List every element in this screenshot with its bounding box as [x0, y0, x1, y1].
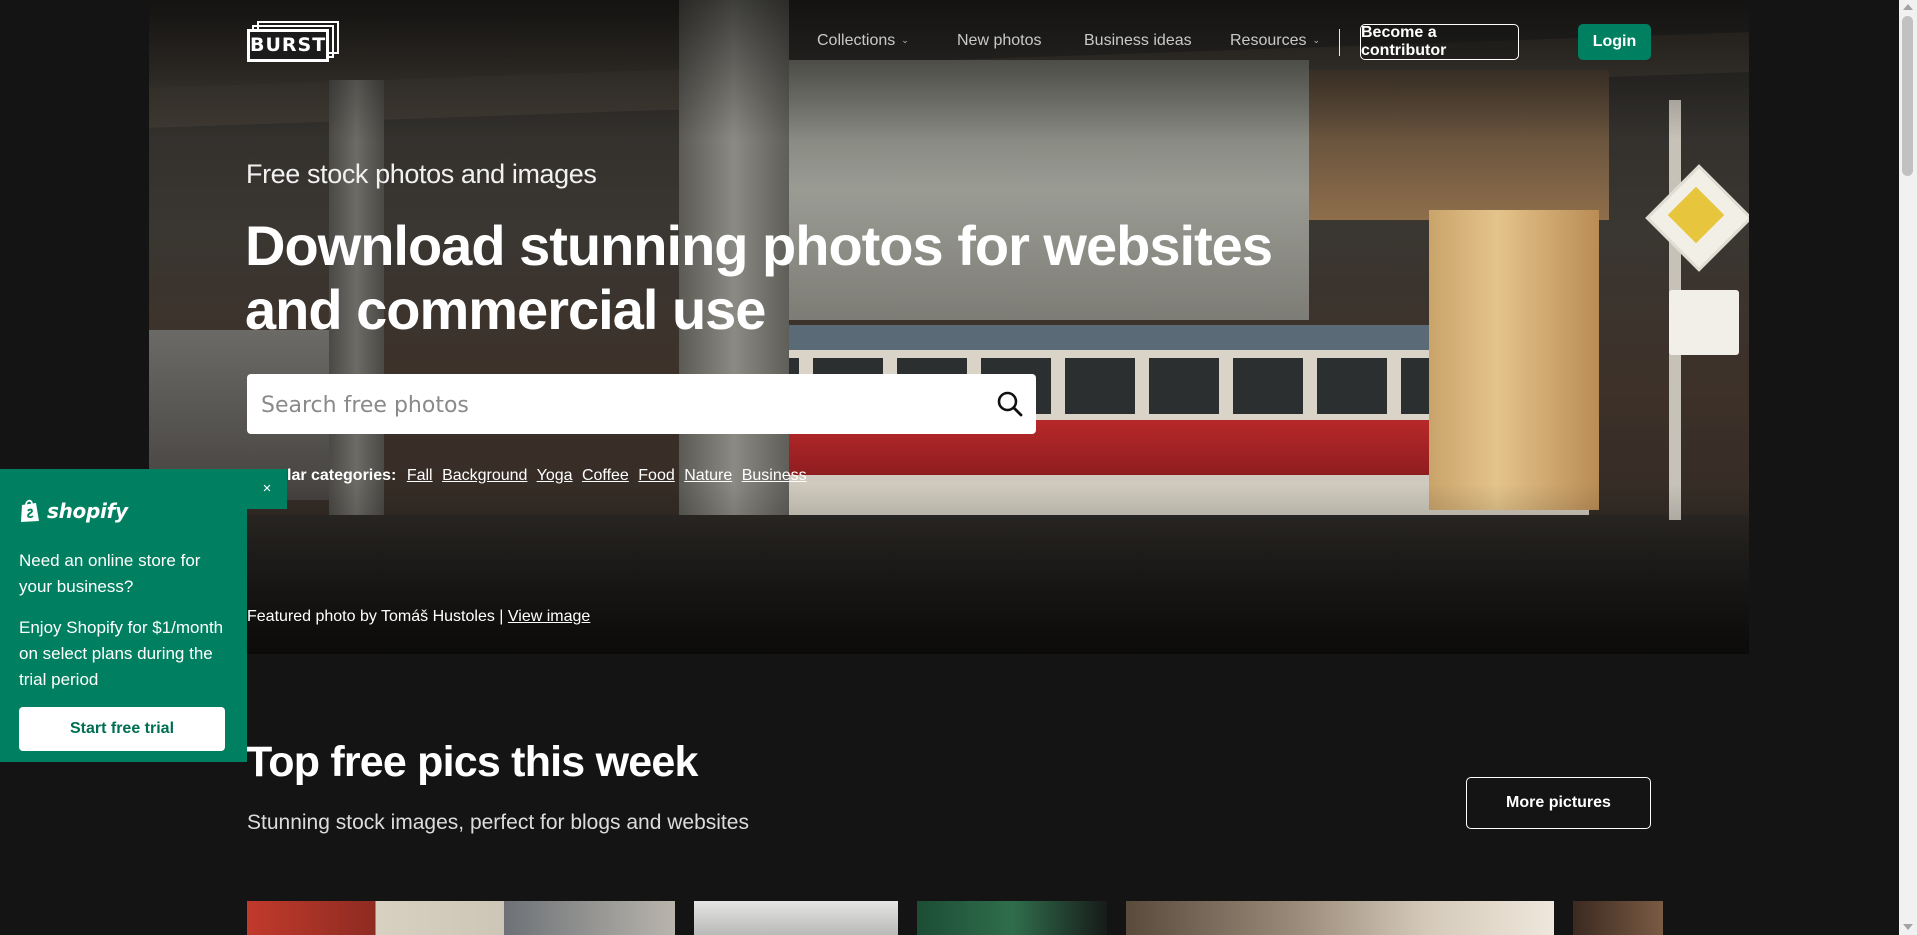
nav-business-ideas-label: Business ideas — [1084, 32, 1192, 49]
nav-collections-label: Collections — [817, 32, 896, 49]
featured-credit-text: Featured photo by Tomáš Hustoles | — [247, 608, 504, 625]
login-button[interactable]: Login — [1578, 24, 1651, 60]
scroll-down-arrow-icon[interactable] — [1903, 924, 1913, 930]
nav-resources-label: Resources — [1230, 32, 1307, 49]
photo-road-sign — [1669, 290, 1739, 355]
category-link-coffee[interactable]: Coffee — [582, 467, 629, 484]
start-free-trial-button[interactable]: Start free trial — [19, 707, 225, 751]
shopify-bag-icon — [21, 499, 39, 522]
section-subtitle: Stunning stock images, perfect for blogs… — [247, 811, 749, 834]
category-link-food[interactable]: Food — [638, 467, 674, 484]
scroll-up-arrow-icon[interactable] — [1903, 4, 1913, 10]
chevron-down-icon: ⌄ — [901, 35, 909, 45]
hero-top-shade — [149, 0, 1749, 140]
popular-categories: Popular categories: Fall Background Yoga… — [247, 467, 812, 485]
hero-bottom-shade — [149, 484, 1749, 654]
photo-thumbnail[interactable] — [247, 901, 675, 935]
promo-question: Need an online store for your business? — [19, 551, 201, 596]
close-icon[interactable]: × — [256, 478, 278, 500]
hero-subtitle: Free stock photos and images — [246, 159, 597, 189]
nav-resources[interactable]: Resources ⌄ — [1230, 32, 1320, 50]
photo-thumbnail[interactable] — [1126, 901, 1554, 935]
nav-collections[interactable]: Collections ⌄ — [817, 32, 909, 50]
promo-offer: Enjoy Shopify for $1/month on select pla… — [19, 618, 224, 689]
photo-thumbnail[interactable] — [694, 901, 898, 935]
category-link-yoga[interactable]: Yoga — [537, 467, 573, 484]
nav-divider — [1339, 29, 1340, 56]
shopify-wordmark: shopify — [47, 498, 128, 523]
hero-title: Download stunning photos for websites an… — [245, 214, 1273, 341]
section-title: Top free pics this week — [246, 738, 698, 786]
search-icon[interactable] — [996, 390, 1024, 418]
chevron-down-icon: ⌄ — [1312, 35, 1321, 45]
category-link-nature[interactable]: Nature — [684, 467, 732, 484]
photo-wooden-hoarding — [1429, 210, 1599, 510]
scrollbar-thumb[interactable] — [1902, 16, 1913, 176]
featured-photo-credit: Featured photo by Tomáš Hustoles | View … — [247, 608, 590, 626]
nav-new-photos-label: New photos — [957, 32, 1042, 49]
view-image-link[interactable]: View image — [508, 608, 590, 625]
become-contributor-button[interactable]: Become a contributor — [1360, 24, 1519, 60]
category-link-background[interactable]: Background — [442, 467, 527, 484]
photo-thumbnail[interactable] — [917, 901, 1107, 935]
search-input[interactable] — [259, 374, 963, 436]
page: BURST Collections ⌄ New photos Business i… — [0, 0, 1917, 935]
nav-business-ideas[interactable]: Business ideas — [1084, 32, 1192, 50]
shopify-logo: shopify — [19, 498, 128, 523]
burst-logo[interactable]: BURST — [247, 21, 339, 62]
logo-text: BURST — [247, 29, 329, 62]
category-link-business[interactable]: Business — [742, 467, 807, 484]
more-pictures-button[interactable]: More pictures — [1466, 777, 1651, 829]
nav-new-photos[interactable]: New photos — [957, 32, 1042, 50]
category-link-fall[interactable]: Fall — [407, 467, 433, 484]
photo-thumbnail[interactable] — [1573, 901, 1663, 935]
search-box — [247, 374, 1036, 436]
